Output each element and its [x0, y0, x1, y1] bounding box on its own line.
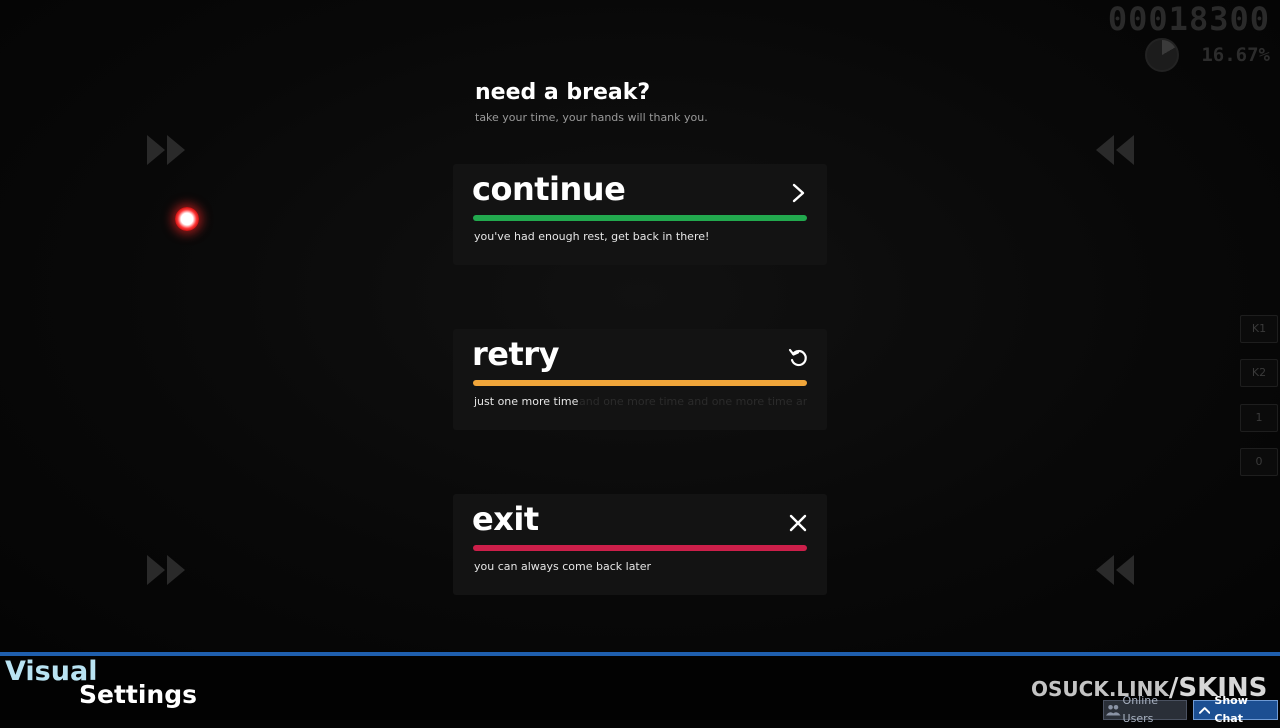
retry-color-bar [473, 380, 807, 386]
exit-button[interactable]: exit you can always come back later [453, 494, 827, 595]
retry-description-echo: and one more time and one more time and … [579, 395, 807, 408]
retry-label: retry [472, 335, 559, 373]
chevron-right-icon [787, 182, 809, 204]
exit-label: exit [472, 500, 539, 538]
score-counter: 00018300 [1107, 0, 1270, 38]
continue-label: continue [472, 170, 626, 208]
arrow-right-icon [145, 132, 191, 168]
exit-description: you can always come back later [474, 560, 652, 573]
retry-button[interactable]: retry just one more time and one more ti… [453, 329, 827, 430]
key-counter-k2: K2 [1240, 359, 1278, 387]
accuracy-row: 16.67% [1145, 38, 1270, 72]
chevron-up-icon [1199, 707, 1211, 714]
key-counter-m1: 1 [1240, 404, 1278, 432]
key-counter-m2: 0 [1240, 448, 1278, 476]
key-counter-k1: K1 [1240, 315, 1278, 343]
cursor-icon [175, 207, 199, 231]
retry-description: just one more time [474, 395, 579, 408]
online-users-label: Online Users [1122, 694, 1159, 725]
progress-pie-icon [1145, 38, 1180, 72]
pause-subtitle: take your time, your hands will thank yo… [475, 111, 708, 124]
retry-icon [787, 347, 809, 369]
arrow-left-icon [1090, 552, 1136, 588]
visual-settings-settings-label[interactable]: Settings [79, 680, 197, 709]
continue-color-bar [473, 215, 807, 221]
online-users-button[interactable]: Online Users [1103, 694, 1187, 725]
arrow-left-icon [1090, 132, 1136, 168]
accuracy-display: 16.67% [1201, 44, 1270, 66]
close-icon [787, 512, 809, 534]
continue-description: you've had enough rest, get back in ther… [474, 230, 710, 243]
arrow-right-icon [145, 552, 191, 588]
users-icon [1106, 704, 1121, 716]
exit-color-bar [473, 545, 807, 551]
continue-button[interactable]: continue you've had enough rest, get bac… [453, 164, 827, 265]
show-chat-button[interactable]: Show Chat [1193, 694, 1278, 725]
pause-title: need a break? [475, 80, 651, 105]
show-chat-label: Show Chat [1214, 694, 1248, 725]
